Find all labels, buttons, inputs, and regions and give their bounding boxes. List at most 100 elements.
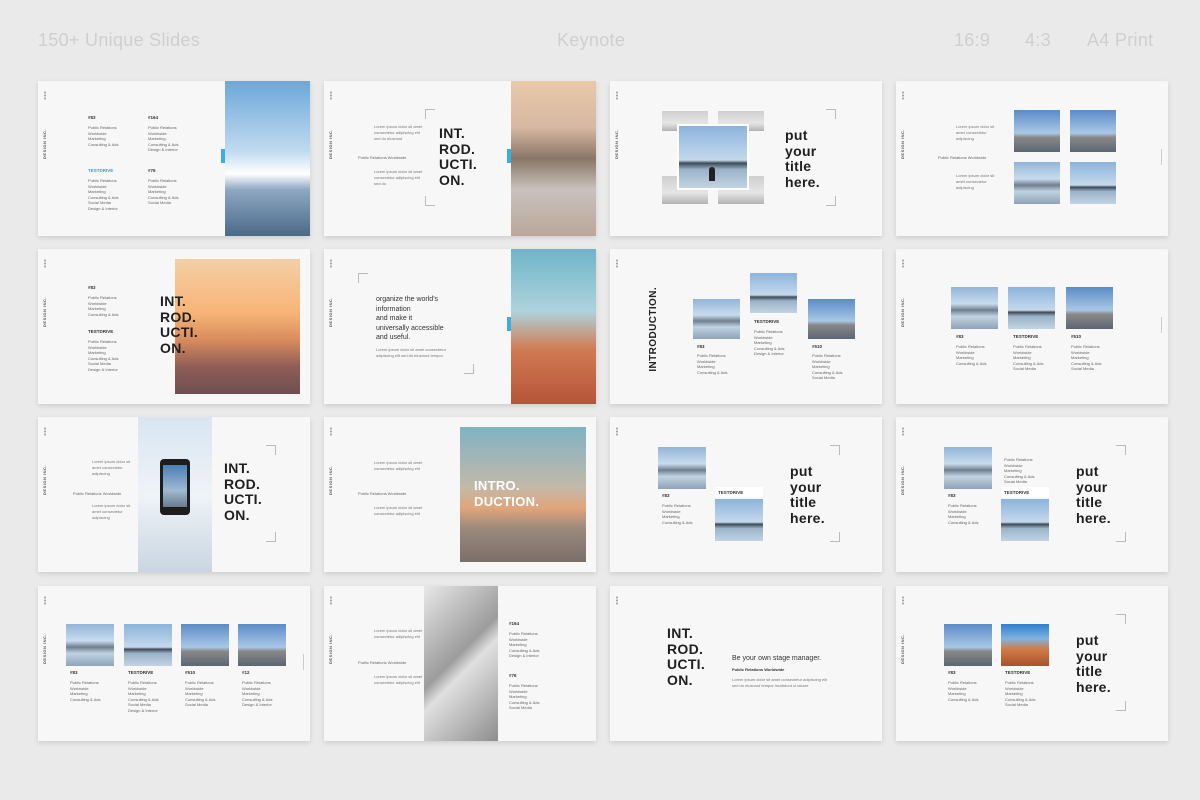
slide-14[interactable]: DESIGN INC. Lorem ipsum dolor sit amet c… — [324, 586, 596, 741]
silhouette-photo — [1008, 287, 1055, 329]
body-text: Public Relations Worldwide Marketing Consu… — [185, 680, 216, 707]
building-photo — [424, 586, 498, 741]
slide-9[interactable]: DESIGN INC. Lorem ipsum dolor sit amet c… — [38, 417, 310, 572]
slide-5[interactable]: DESIGN INC. #83 Public Relations Worldwi… — [38, 249, 310, 404]
slide-8[interactable]: DESIGN INC. #83 Public Relations Worldwi… — [896, 249, 1168, 404]
dots-top — [616, 259, 618, 268]
city-photo — [808, 299, 855, 339]
body-text: Public Relations Worldwide Marketing Consu… — [1013, 344, 1044, 371]
paraglider-photo — [225, 81, 310, 236]
slide-title: put your title here. — [1076, 463, 1111, 526]
header-a4-print: A4 Print — [1087, 30, 1154, 50]
body-text: Public Relations Worldwide Marketing Consu… — [948, 503, 979, 525]
label-164: #164 — [148, 115, 159, 120]
body-text: Public Relations Worldwide Marketing Consu… — [956, 344, 987, 366]
body-text: Public Relations Worldwide Marketing Consu… — [697, 353, 728, 375]
slide-13[interactable]: DESIGN INC. #83 Public Relations Worldwi… — [38, 586, 310, 741]
label-testdrive: TESTDRIVE — [128, 670, 154, 675]
slide-16[interactable]: DESIGN INC. #83 Public Relations Worldwi… — [896, 586, 1168, 741]
slide-title: put your title here. — [790, 463, 825, 526]
brand-label: DESIGN INC. — [42, 465, 47, 495]
brand-label: DESIGN INC. — [42, 634, 47, 664]
phone-screen — [163, 465, 187, 507]
brand-label: DESIGN INC. — [900, 297, 905, 327]
label-testdrive: TESTDRIVE — [754, 319, 780, 324]
body-text: Lorem ipsum dolor sit amet consectetur a… — [374, 460, 423, 471]
body-text: Public Relations Worldwide Marketing Consu… — [662, 503, 693, 525]
bracket — [826, 196, 836, 206]
dots-top — [44, 427, 46, 436]
slide-10[interactable]: DESIGN INC. Lorem ipsum dolor sit amet c… — [324, 417, 596, 572]
body-text: Public Relations Worldwide Marketing Consu… — [88, 178, 119, 211]
brand-label: DESIGN INC. — [328, 297, 333, 327]
dots-top — [330, 427, 332, 436]
slide-1[interactable]: DESIGN INC. #83 #164 Public Relations Wo… — [38, 81, 310, 236]
cliff-photo — [511, 249, 596, 404]
label-83: #83 — [697, 344, 705, 349]
silhouette-photo — [1001, 499, 1049, 541]
mountain-photo — [658, 447, 706, 489]
label-testdrive: TESTDRIVE — [88, 329, 114, 334]
label-83: #83 — [88, 115, 96, 120]
mountain-photo — [944, 447, 992, 489]
header-slides-count: 150+ Unique Slides — [38, 30, 201, 50]
dots-top — [44, 259, 46, 268]
eiffel-photo — [1070, 110, 1116, 152]
mountain-photo — [66, 624, 114, 666]
label-12: #12 — [242, 670, 250, 675]
slide-3[interactable]: DESIGN INC. put your title here. — [610, 81, 882, 236]
body-text: Lorem ipsum dolor sit amet consectetur a… — [374, 628, 423, 639]
slide-title: INT. ROD. UCTI. ON. — [667, 625, 706, 688]
label-prw: Public Relations Worldwide — [732, 667, 785, 672]
dots-top — [616, 427, 618, 436]
slide-4[interactable]: DESIGN INC. Lorem ipsum dolor sit amet c… — [896, 81, 1168, 236]
label-prw: Public Relations Worldwide — [73, 491, 122, 496]
body-text: Lorem ipsum dolor sit amet consectetur a… — [92, 459, 131, 476]
brand-label: DESIGN INC. — [42, 129, 47, 159]
body-text: Public Relations Worldwide Marketing Consu… — [509, 631, 540, 658]
bracket — [1116, 701, 1126, 711]
brand-label: DESIGN INC. — [900, 465, 905, 495]
body-text: Public Relations Worldwide Marketing Consu… — [70, 680, 101, 702]
bracket — [266, 445, 276, 455]
dots-top — [44, 91, 46, 100]
label-testdrive: TESTDRIVE — [1005, 670, 1031, 675]
silhouette-photo — [1070, 162, 1116, 204]
label-83: #83 — [662, 493, 670, 498]
body-text: Lorem ipsum dolor sit amet consectetur a… — [92, 503, 131, 520]
label-testdrive: TESTDRIVE — [88, 168, 114, 173]
side-line — [1161, 149, 1162, 165]
slide-7[interactable]: INTRODUCTION. #83 Public Relations World… — [610, 249, 882, 404]
side-line — [303, 654, 304, 670]
label-83: #83 — [88, 285, 96, 290]
slide-6[interactable]: DESIGN INC. organize the world's informa… — [324, 249, 596, 404]
dots-top — [330, 259, 332, 268]
dots-top — [330, 596, 332, 605]
label-76: #76 — [148, 168, 156, 173]
slide-2[interactable]: DESIGN INC. Lorem ipsum dolor sit amet c… — [324, 81, 596, 236]
slide-11[interactable]: #83 Public Relations Worldwide Marketing C… — [610, 417, 882, 572]
label-510: #510 — [185, 670, 196, 675]
silhouette-photo — [750, 273, 797, 313]
label-83: #83 — [70, 670, 78, 675]
brand-label: DESIGN INC. — [900, 634, 905, 664]
bracket — [464, 364, 474, 374]
accent-bar — [221, 149, 225, 163]
label-prw: Public Relations Worldwide — [358, 491, 407, 496]
dots-top — [902, 259, 904, 268]
dots-top — [616, 91, 618, 100]
brand-label: DESIGN INC. — [614, 129, 619, 159]
body-text: Lorem ipsum dolor sit amet consectetur a… — [956, 124, 995, 141]
city-photo — [944, 624, 992, 666]
body-text: Public Relations Worldwide Marketing Consu… — [88, 125, 119, 147]
dots-top — [616, 596, 618, 605]
organize-text: organize the world's information and mak… — [376, 296, 444, 341]
person-silhouette — [709, 167, 715, 181]
label-164: #164 — [509, 621, 520, 626]
city-photo — [1066, 287, 1113, 329]
slide-12[interactable]: DESIGN INC. #83 Public Relations Worldwi… — [896, 417, 1168, 572]
slide-15[interactable]: INT. ROD. UCTI. ON. Be your own stage ma… — [610, 586, 882, 741]
body-text: Public Relations Worldwide Marketing Consu… — [128, 680, 159, 713]
body-text: Lorem ipsum dolor sit amet consectetur a… — [956, 173, 995, 190]
rock-photo — [511, 81, 596, 236]
